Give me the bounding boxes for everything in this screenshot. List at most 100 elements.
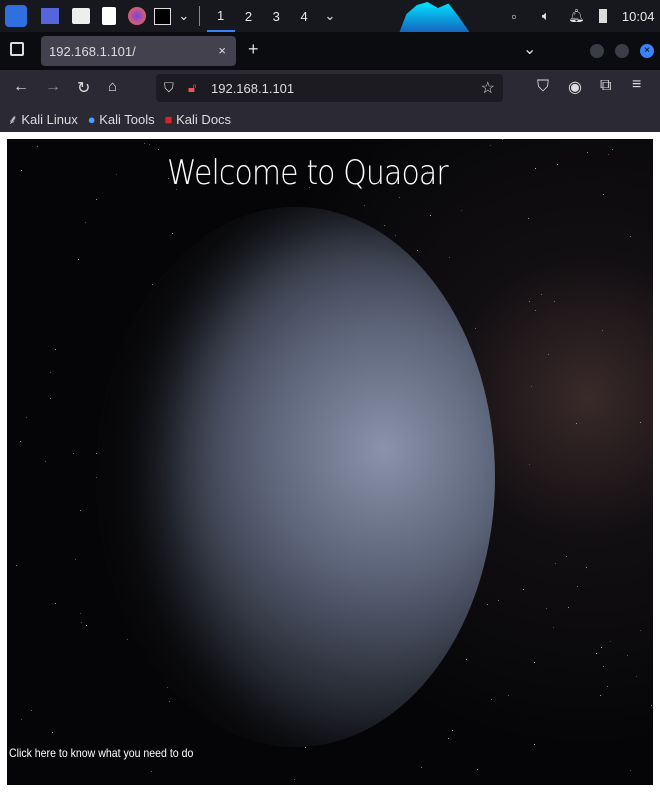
url-bar[interactable]: ⛉ 🔓︎ 192.168.1.101 ☆ (156, 74, 503, 102)
folder-icon (72, 8, 90, 24)
home-icon[interactable]: ⌂ (108, 78, 117, 95)
maximize-button[interactable] (615, 44, 629, 58)
star (466, 659, 467, 660)
workspace-1[interactable]: 1 (207, 0, 235, 32)
chevron-down-icon[interactable]: ⌄ (175, 0, 193, 32)
star (566, 556, 567, 557)
text-editor-button[interactable] (95, 0, 123, 32)
star (568, 607, 569, 608)
star (577, 586, 578, 587)
star (502, 139, 503, 140)
instructions-link[interactable]: Click here to know what you need to do (9, 746, 193, 760)
menu-icon[interactable]: ≡ (632, 76, 641, 94)
pocket-icon[interactable]: ⛉ (537, 78, 549, 96)
star (612, 149, 613, 150)
star (630, 770, 631, 771)
terminal-icon (154, 8, 171, 25)
star (640, 422, 641, 423)
star (534, 662, 535, 663)
browser-tab[interactable]: 192.168.1.101/ × (41, 36, 236, 66)
star (21, 719, 22, 720)
star (144, 143, 145, 144)
star (50, 372, 51, 373)
star (523, 589, 524, 590)
star (541, 294, 542, 295)
star (557, 164, 558, 165)
quaoar-planet-image (97, 207, 495, 747)
back-icon[interactable]: ← (13, 78, 29, 96)
star (31, 710, 32, 711)
star (80, 510, 81, 511)
files-button[interactable] (68, 0, 96, 32)
bookmark-kali-docs[interactable]: ■ Kali Docs (165, 112, 231, 127)
star (96, 453, 97, 454)
star (305, 747, 306, 748)
star (50, 398, 51, 399)
taskbar: ⌄ 1 2 3 4 ⌄ ▫ 🔈︎ 🔔︎ 10:04 (0, 0, 660, 32)
bookmark-kali-tools[interactable]: ● Kali Tools (88, 112, 155, 127)
tab-manager-icon[interactable] (10, 42, 24, 56)
forward-icon[interactable]: → (45, 78, 61, 96)
tab-bar: 192.168.1.101/ × + ⌄ × (0, 32, 660, 70)
star (127, 639, 128, 640)
star (78, 259, 79, 260)
kali-menu-button[interactable] (0, 0, 32, 32)
extensions-icon[interactable]: ⧉ (600, 77, 611, 95)
star (86, 625, 87, 626)
account-icon[interactable]: ◉ (568, 77, 582, 97)
shield-icon[interactable]: ⛉ (164, 80, 174, 96)
bell-icon[interactable]: 🔔︎ (563, 0, 591, 32)
battery-icon[interactable] (590, 0, 616, 32)
bookmark-label: Kali Docs (176, 112, 231, 127)
star (169, 701, 170, 702)
star (167, 687, 168, 688)
star (430, 215, 431, 216)
document-icon (102, 7, 116, 25)
chevron-down-icon[interactable]: ⌄ (318, 0, 342, 32)
terminal-button[interactable] (151, 0, 175, 32)
star (535, 168, 536, 169)
star (587, 152, 588, 153)
reload-icon[interactable]: ↻ (77, 78, 90, 98)
star (508, 695, 509, 696)
window-icon[interactable]: ▫ (499, 0, 529, 32)
minimize-button[interactable] (590, 44, 604, 58)
bookmark-kali-linux[interactable]: ⸙ Kali Linux (8, 110, 78, 128)
workspace-3[interactable]: 3 (262, 0, 290, 32)
star (576, 423, 577, 424)
star (586, 567, 587, 568)
workspace-2[interactable]: 2 (235, 0, 263, 32)
firefox-button[interactable] (123, 0, 151, 32)
star (452, 730, 453, 731)
star (52, 732, 53, 733)
list-tabs-chevron-icon[interactable]: ⌄ (523, 39, 536, 59)
star (555, 563, 556, 564)
star (55, 349, 56, 350)
volume-icon[interactable]: 🔈︎ (529, 0, 563, 32)
star (640, 630, 641, 631)
close-window-button[interactable]: × (640, 44, 654, 58)
star (152, 284, 153, 285)
clock[interactable]: 10:04 (616, 0, 660, 32)
workspace-4[interactable]: 4 (290, 0, 318, 32)
desktop-button[interactable] (32, 0, 68, 32)
star (487, 604, 488, 605)
kali-tools-icon: ● (88, 112, 96, 127)
new-tab-button[interactable]: + (248, 39, 259, 60)
bookmark-star-icon[interactable]: ☆ (481, 78, 495, 98)
star (529, 464, 530, 465)
star (151, 771, 152, 772)
star (627, 655, 628, 656)
insecure-lock-icon[interactable]: 🔓︎ (188, 80, 196, 96)
star (85, 222, 86, 223)
star (630, 236, 631, 237)
star (96, 199, 97, 200)
close-tab-icon[interactable]: × (218, 43, 226, 58)
star (55, 603, 56, 604)
star (81, 622, 82, 623)
star (477, 769, 478, 770)
star (610, 641, 611, 642)
firefox-icon (128, 7, 146, 25)
star (528, 218, 529, 219)
star (294, 779, 295, 780)
